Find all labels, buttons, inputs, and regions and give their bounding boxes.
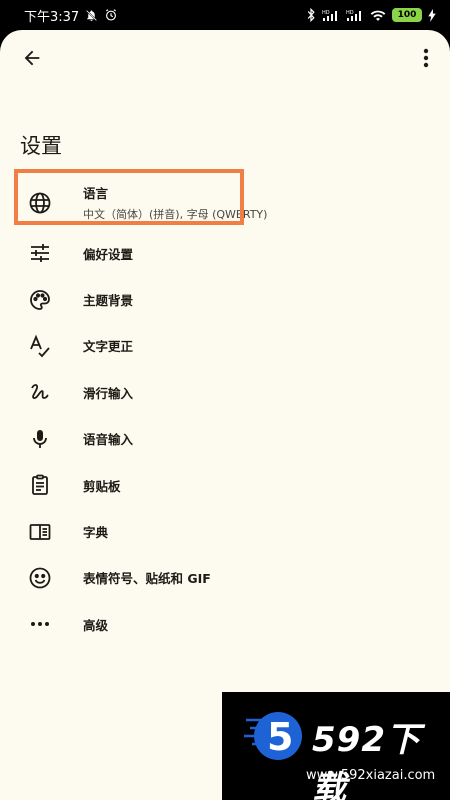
settings-item-theme[interactable]: 主题背景 [0,276,450,322]
signal-icon-2: HD [346,9,364,22]
mic-icon [27,426,53,452]
more-options-button[interactable] [414,42,438,74]
brand-logo-icon: 5 [244,712,302,760]
battery-indicator: 100 [392,8,422,22]
alarm-icon [104,8,118,22]
settings-item-label: 主题背景 [83,293,134,309]
settings-list: 语言 中文（简体）(拼音), 字母 (QWERTY) 偏好设置 主题背景 文字更… [0,175,450,648]
palette-icon [27,287,53,313]
settings-item-emoji[interactable]: 表情符号、贴纸和 GIF [0,555,450,601]
app-bar [0,30,450,86]
wifi-icon [370,9,386,22]
page-title: 设置 [20,134,62,158]
settings-item-label: 滑行输入 [83,385,134,401]
highlight-box [14,169,244,225]
settings-item-label: 偏好设置 [83,246,134,262]
spellcheck-icon [27,333,53,359]
more-horiz-icon [27,611,53,637]
settings-item-text-correction[interactable]: 文字更正 [0,323,450,369]
settings-item-label: 语音输入 [83,432,134,448]
settings-item-advanced[interactable]: 高级 [0,601,450,647]
signal-icon: HD [322,9,340,22]
settings-item-label: 剪贴板 [83,478,121,494]
settings-screen: 设置 语言 中文（简体）(拼音), 字母 (QWERTY) 偏好设置 主题背景 [0,30,450,800]
settings-item-dictionary[interactable]: 字典 [0,508,450,554]
settings-item-label: 文字更正 [83,339,134,355]
settings-item-glide-typing[interactable]: 滑行输入 [0,369,450,415]
gesture-icon [27,379,53,405]
settings-item-label: 高级 [83,617,109,633]
arrow-back-icon [24,50,40,66]
settings-item-preferences[interactable]: 偏好设置 [0,230,450,276]
more-vert-icon [423,48,429,68]
settings-item-label: 字典 [83,525,109,541]
settings-item-label: 表情符号、贴纸和 GIF [83,571,211,587]
svg-text:HD: HD [322,10,330,16]
settings-item-voice-input[interactable]: 语音输入 [0,416,450,462]
svg-text:HD: HD [346,10,354,16]
tune-icon [27,240,53,266]
status-bar: 下午3:37 HD HD 100 [0,0,450,30]
svg-text:5: 5 [267,715,293,759]
status-time: 下午3:37 [24,9,80,25]
watermark: 5 592下载 www.592xiazai.com [222,692,450,800]
notifications-off-icon [85,9,98,22]
watermark-brand: 592下载 [312,720,421,800]
clipboard-icon [27,472,53,498]
settings-item-clipboard[interactable]: 剪贴板 [0,462,450,508]
back-button[interactable] [16,42,48,74]
watermark-url: www.592xiazai.com [306,768,436,783]
emoji-icon [27,565,53,591]
dictionary-icon [27,519,53,545]
bluetooth-icon [306,8,316,22]
charging-icon [428,8,436,22]
